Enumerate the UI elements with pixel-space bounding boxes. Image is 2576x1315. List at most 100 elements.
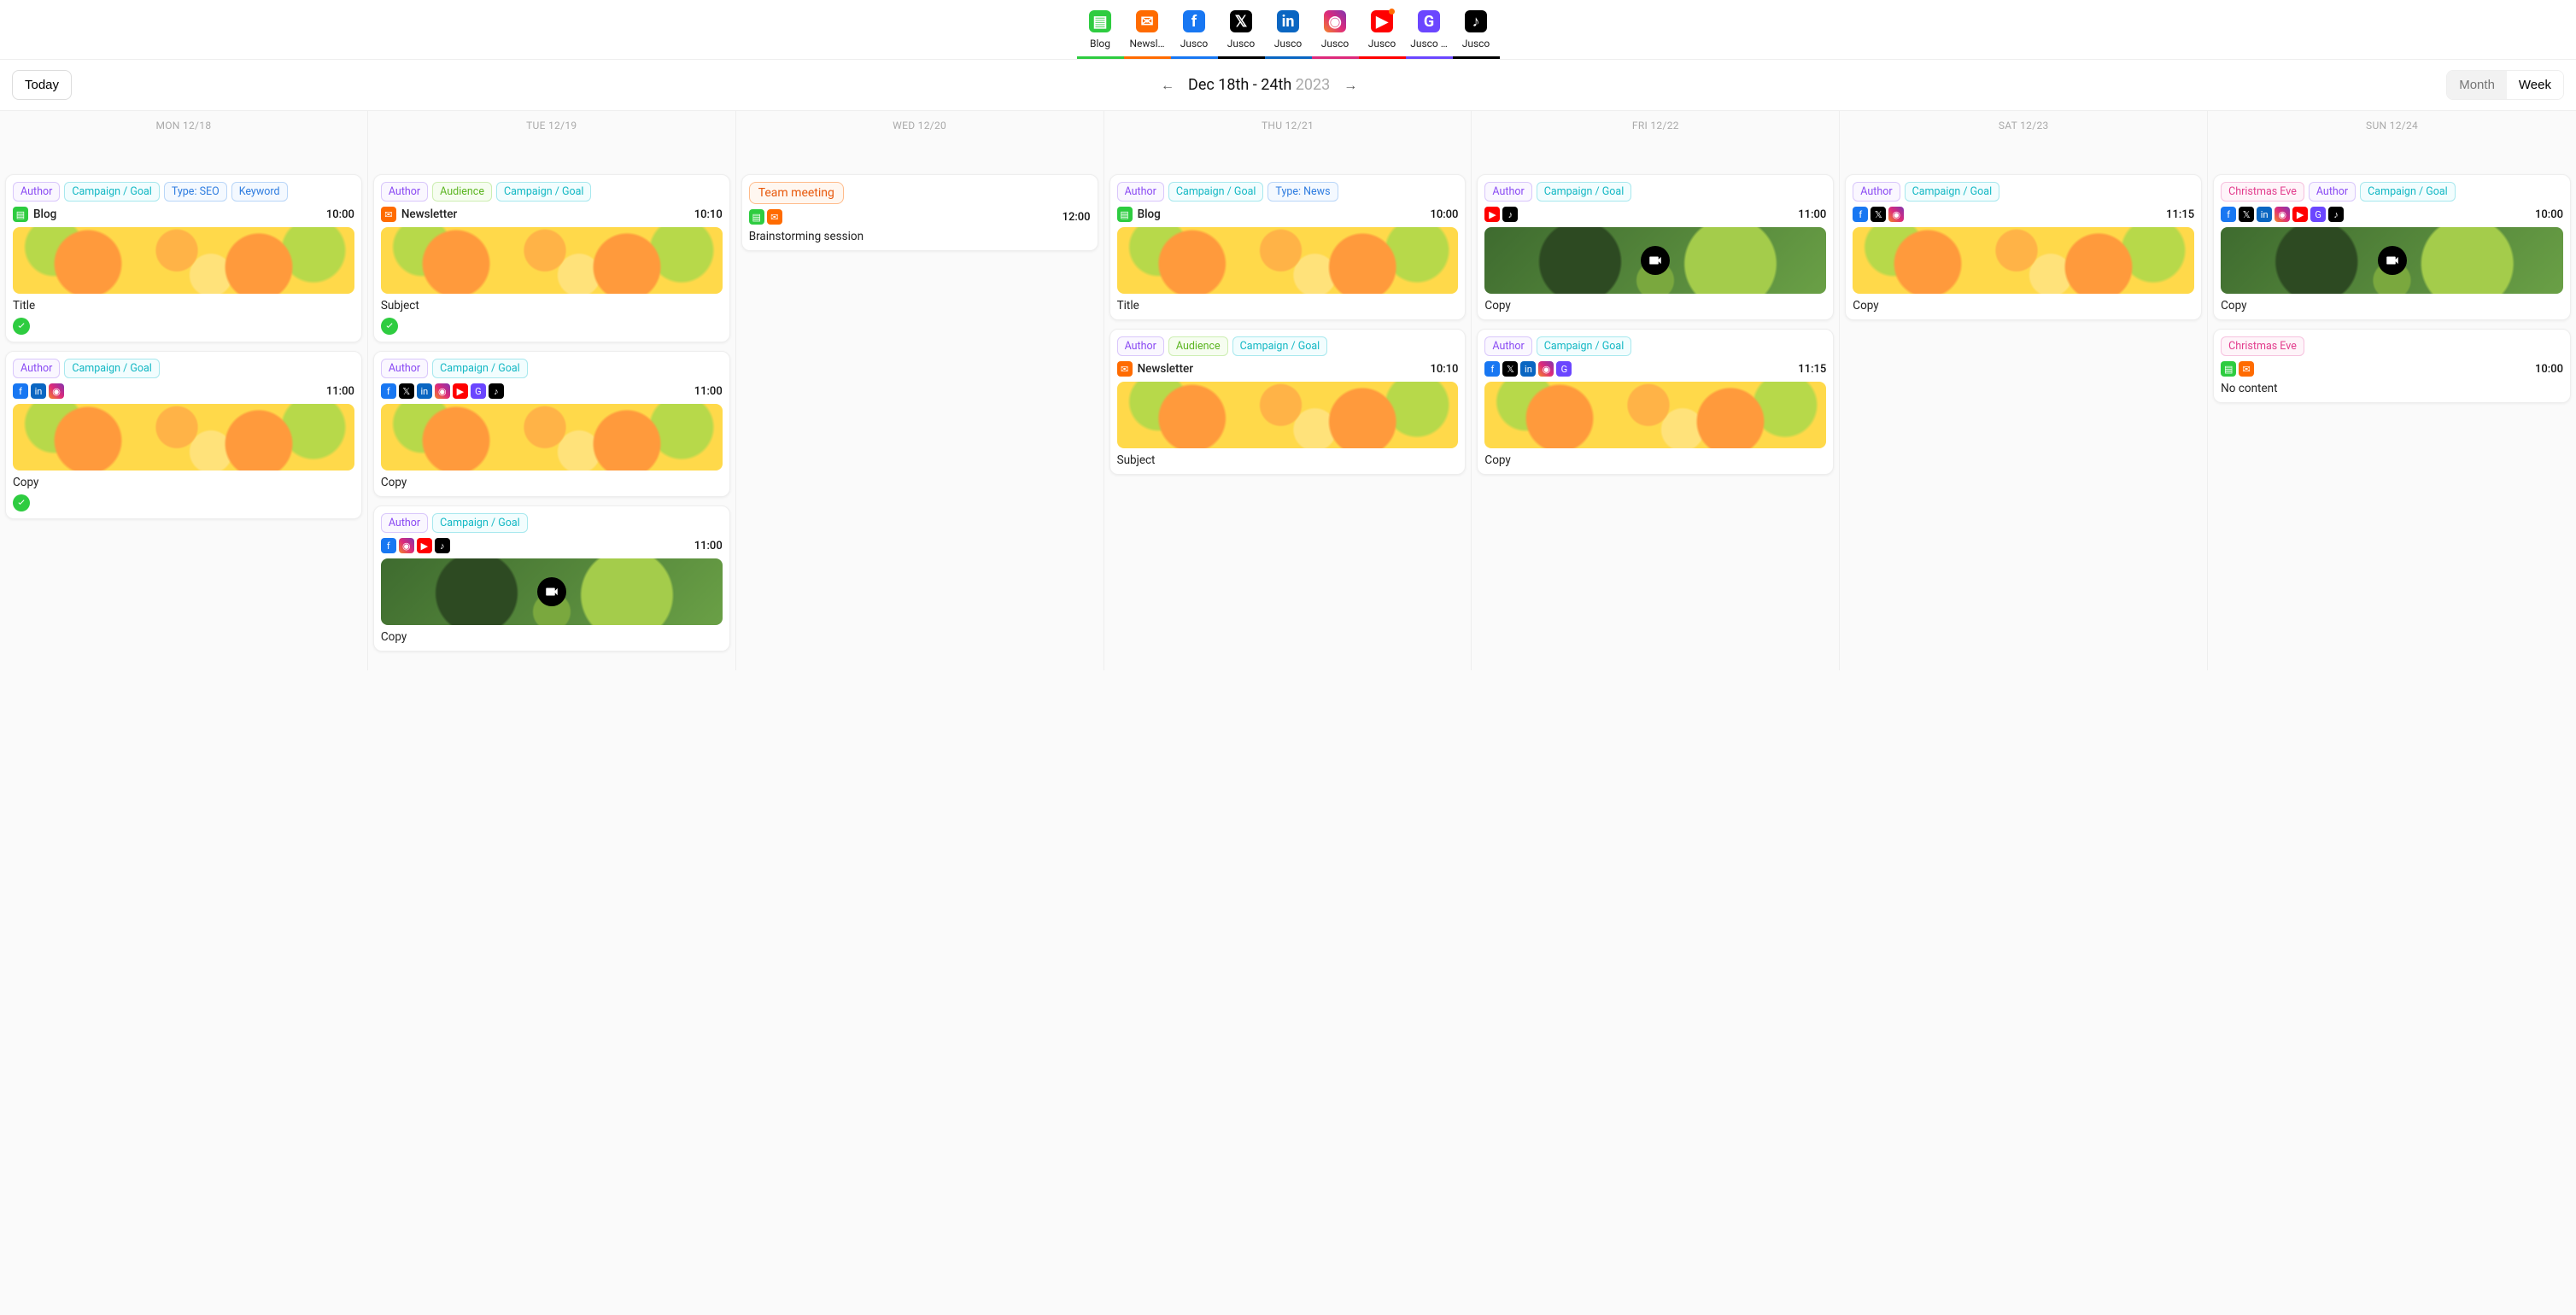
- news-icon: ✉: [1136, 10, 1158, 32]
- platform-tabs: ▤Blog✉Newsl…fJusco𝕏JuscoinJusco◉Jusco▶Ju…: [0, 0, 2576, 59]
- month-view-button[interactable]: Month: [2447, 71, 2507, 99]
- tag-type: Type: SEO: [164, 182, 227, 202]
- content-card[interactable]: Author Audience Campaign / Goal ✉ Newsle…: [373, 174, 730, 342]
- platform-tab-tk[interactable]: ♪Jusco: [1453, 7, 1500, 59]
- prev-week-icon[interactable]: ←: [1161, 77, 1174, 94]
- day-header: TUE 12/19: [373, 111, 730, 174]
- card-footer: Copy: [2221, 299, 2563, 313]
- newsletter-icon: ✉: [767, 209, 782, 225]
- tag-author: Author: [1117, 336, 1164, 356]
- x-icon: 𝕏: [2239, 207, 2254, 222]
- scheduled-time: 10:10: [1430, 363, 1458, 376]
- card-footer: Copy: [381, 630, 723, 644]
- instagram-icon: ◉: [49, 383, 64, 399]
- tiktok-icon: ♪: [489, 383, 504, 399]
- content-card[interactable]: Author Campaign / Goal Type: News ▤ Blog…: [1109, 174, 1467, 320]
- tag-author: Author: [381, 513, 428, 533]
- platform-tab-gg[interactable]: GJusco …: [1406, 7, 1453, 59]
- tab-label: Jusco: [1180, 38, 1209, 50]
- content-card[interactable]: Christmas Eve Author Campaign / Goal f 𝕏…: [2213, 174, 2571, 320]
- content-card[interactable]: Author Campaign / Goal f 𝕏 in ◉ ▶ G ♪ 11…: [373, 351, 730, 497]
- tag-campaign: Campaign / Goal: [2360, 182, 2456, 202]
- facebook-icon: f: [1484, 361, 1500, 377]
- thumbnail-image: [381, 227, 723, 294]
- content-card[interactable]: Author Campaign / Goal Type: SEO Keyword…: [5, 174, 362, 342]
- scheduled-time: 10:00: [326, 208, 354, 221]
- platform-tab-fb[interactable]: f Jusco: [1171, 7, 1218, 59]
- content-card[interactable]: Author Campaign / Goal f 𝕏 ◉ 11:15 Copy: [1845, 174, 2202, 320]
- thumbnail-image: [13, 227, 354, 294]
- platform-tab-blog[interactable]: ▤Blog: [1077, 7, 1124, 59]
- tag-campaign: Campaign / Goal: [1232, 336, 1328, 356]
- scheduled-time: 10:00: [2535, 208, 2563, 221]
- tab-label: Jusco: [1274, 38, 1303, 50]
- meeting-card[interactable]: Team meeting ▤ ✉ 12:00 Brainstorming ses…: [741, 174, 1098, 251]
- tag-author: Author: [13, 359, 60, 378]
- tag-author: Author: [1853, 182, 1900, 202]
- tag-author: Author: [381, 182, 428, 202]
- tag-author: Author: [2309, 182, 2356, 202]
- instagram-icon: ◉: [435, 383, 450, 399]
- tag-audience: Audience: [432, 182, 492, 202]
- card-footer: Brainstorming session: [749, 230, 1091, 243]
- card-footer: Copy: [1853, 299, 2194, 313]
- thumbnail-image: [1853, 227, 2194, 294]
- view-toggle: Month Week: [2446, 70, 2564, 100]
- tag-author: Author: [1117, 182, 1164, 202]
- platform-tab-li[interactable]: inJusco: [1265, 7, 1312, 59]
- tab-label: Jusco …: [1410, 38, 1448, 50]
- content-card[interactable]: Author Campaign / Goal ▶ ♪ 11:00 Copy: [1477, 174, 1834, 320]
- date-range: Dec 18th - 24th 2023: [1188, 76, 1330, 94]
- tag-campaign: Campaign / Goal: [1168, 182, 1264, 202]
- content-card[interactable]: Author Audience Campaign / Goal ✉ Newsle…: [1109, 329, 1467, 475]
- blog-icon: ▤: [749, 209, 764, 225]
- x-icon: 𝕏: [1230, 10, 1252, 32]
- thumbnail-image: [1484, 382, 1826, 448]
- tab-label: Blog: [1090, 38, 1110, 50]
- platform-label: Newsletter: [401, 207, 457, 221]
- week-view-button[interactable]: Week: [2507, 71, 2563, 99]
- date-navigator: ← Dec 18th - 24th 2023 →: [1161, 76, 1357, 94]
- day-header: WED 12/20: [741, 111, 1098, 174]
- x-icon: 𝕏: [1502, 361, 1518, 377]
- tiktok-icon: ♪: [435, 538, 450, 553]
- content-card[interactable]: Christmas Eve ▤ ✉ 10:00 No content: [2213, 329, 2571, 403]
- fb-icon: f: [1183, 10, 1205, 32]
- platform-label: Blog: [1138, 207, 1161, 221]
- tag-campaign: Campaign / Goal: [432, 359, 528, 378]
- instagram-icon: ◉: [1538, 361, 1554, 377]
- today-button[interactable]: Today: [12, 70, 72, 100]
- tag-author: Author: [1484, 336, 1531, 356]
- day-column-mon: MON 12/18 Author Campaign / Goal Type: S…: [0, 111, 368, 670]
- yt-icon: ▶: [1371, 10, 1393, 32]
- tab-label: Jusco: [1368, 38, 1396, 50]
- card-footer: Copy: [381, 476, 723, 489]
- platform-tab-ig[interactable]: ◉Jusco: [1312, 7, 1359, 59]
- youtube-icon: ▶: [453, 383, 468, 399]
- youtube-icon: ▶: [1484, 207, 1500, 222]
- content-card[interactable]: Author Campaign / Goal f ◉ ▶ ♪ 11:00 Cop…: [373, 506, 730, 652]
- tab-label: Jusco: [1227, 38, 1256, 50]
- next-week-icon[interactable]: →: [1344, 77, 1357, 94]
- facebook-icon: f: [381, 538, 396, 553]
- facebook-icon: f: [381, 383, 396, 399]
- platform-tab-news[interactable]: ✉Newsl…: [1124, 7, 1171, 59]
- scheduled-time: 11:00: [694, 540, 723, 552]
- day-column-tue: TUE 12/19 Author Audience Campaign / Goa…: [368, 111, 736, 670]
- card-footer: Copy: [1484, 299, 1826, 313]
- facebook-icon: f: [13, 383, 28, 399]
- content-card[interactable]: Author Campaign / Goal f in ◉ 11:00 Copy: [5, 351, 362, 519]
- platform-tab-yt[interactable]: ▶ Jusco: [1359, 7, 1406, 59]
- tag-author: Author: [381, 359, 428, 378]
- tag-author: Author: [1484, 182, 1531, 202]
- platform-tab-x[interactable]: 𝕏 Jusco: [1218, 7, 1265, 59]
- card-footer: Title: [13, 299, 354, 313]
- check-icon: [381, 318, 398, 335]
- tag-type: Type: News: [1268, 182, 1338, 202]
- tab-label: Jusco: [1462, 38, 1490, 50]
- tag-campaign: Campaign / Goal: [1537, 182, 1632, 202]
- content-card[interactable]: Author Campaign / Goal f 𝕏 in ◉ G 11:15 …: [1477, 329, 1834, 475]
- facebook-icon: f: [2221, 207, 2236, 222]
- google-icon: G: [471, 383, 486, 399]
- tag-holiday: Christmas Eve: [2221, 182, 2304, 202]
